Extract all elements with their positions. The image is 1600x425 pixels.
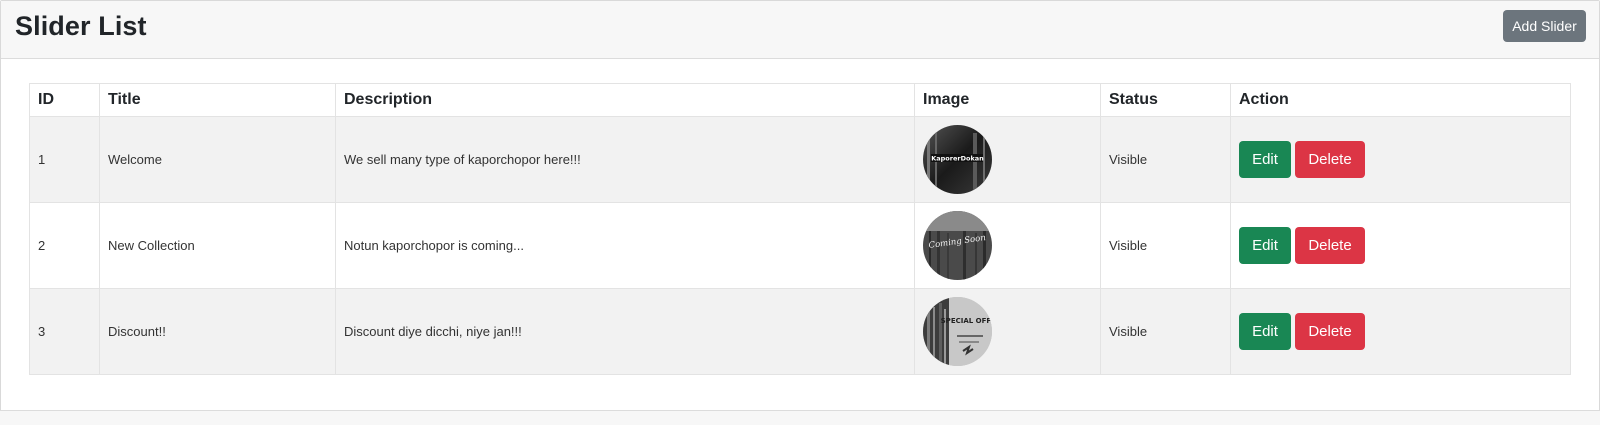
- cell-status: Visible: [1100, 202, 1231, 289]
- cell-image: SPECIAL OFFER: [914, 288, 1101, 375]
- card-header: Slider List Add Slider: [1, 1, 1599, 59]
- thumbnail-text: KaporerDokan: [931, 155, 984, 163]
- delete-button[interactable]: Delete: [1295, 313, 1365, 350]
- add-slider-button[interactable]: Add Slider: [1503, 10, 1586, 42]
- cell-title: Discount!!: [99, 288, 336, 375]
- card-footer: [0, 410, 1600, 425]
- column-header-status: Status: [1100, 83, 1231, 117]
- edit-button[interactable]: Edit: [1239, 141, 1291, 178]
- delete-button[interactable]: Delete: [1295, 141, 1365, 178]
- table-header-row: ID Title Description Image Status Action: [29, 83, 1571, 117]
- column-header-id: ID: [29, 83, 100, 117]
- cell-title: New Collection: [99, 202, 336, 289]
- cell-image: Coming Soon: [914, 202, 1101, 289]
- slider-thumbnail-image: SPECIAL OFFER: [923, 297, 992, 366]
- page-title: Slider List: [15, 11, 147, 41]
- slider-table-wrapper: ID Title Description Image Status Action…: [29, 83, 1571, 375]
- slider-thumbnail-image: Coming Soon: [923, 211, 992, 280]
- cell-id: 2: [29, 202, 100, 289]
- column-header-action: Action: [1230, 83, 1571, 117]
- column-header-image: Image: [914, 83, 1101, 117]
- slider-list-card: Slider List Add Slider ID Title Descript…: [0, 0, 1600, 421]
- slider-thumbnail-image: KaporerDokan: [923, 125, 992, 194]
- cell-description: Notun kaporchopor is coming...: [335, 202, 915, 289]
- slider-table: ID Title Description Image Status Action…: [29, 83, 1571, 375]
- column-header-description: Description: [335, 83, 915, 117]
- cell-title: Welcome: [99, 116, 336, 203]
- column-header-title: Title: [99, 83, 336, 117]
- delete-button[interactable]: Delete: [1295, 227, 1365, 264]
- table-row: 3 Discount!! Discount diye dicchi, niye …: [29, 288, 1571, 375]
- cell-image: KaporerDokan: [914, 116, 1101, 203]
- cell-action: Edit Delete: [1230, 202, 1571, 289]
- edit-button[interactable]: Edit: [1239, 313, 1291, 350]
- cell-id: 3: [29, 288, 100, 375]
- table-row: 1 Welcome We sell many type of kaporchop…: [29, 116, 1571, 203]
- cell-description: We sell many type of kaporchopor here!!!: [335, 116, 915, 203]
- cell-id: 1: [29, 116, 100, 203]
- table-row: 2 New Collection Notun kaporchopor is co…: [29, 202, 1571, 289]
- cell-action: Edit Delete: [1230, 116, 1571, 203]
- thumbnail-text: SPECIAL OFFER: [941, 317, 992, 325]
- edit-button[interactable]: Edit: [1239, 227, 1291, 264]
- cell-action: Edit Delete: [1230, 288, 1571, 375]
- cell-status: Visible: [1100, 116, 1231, 203]
- cell-description: Discount diye dicchi, niye jan!!!: [335, 288, 915, 375]
- cell-status: Visible: [1100, 288, 1231, 375]
